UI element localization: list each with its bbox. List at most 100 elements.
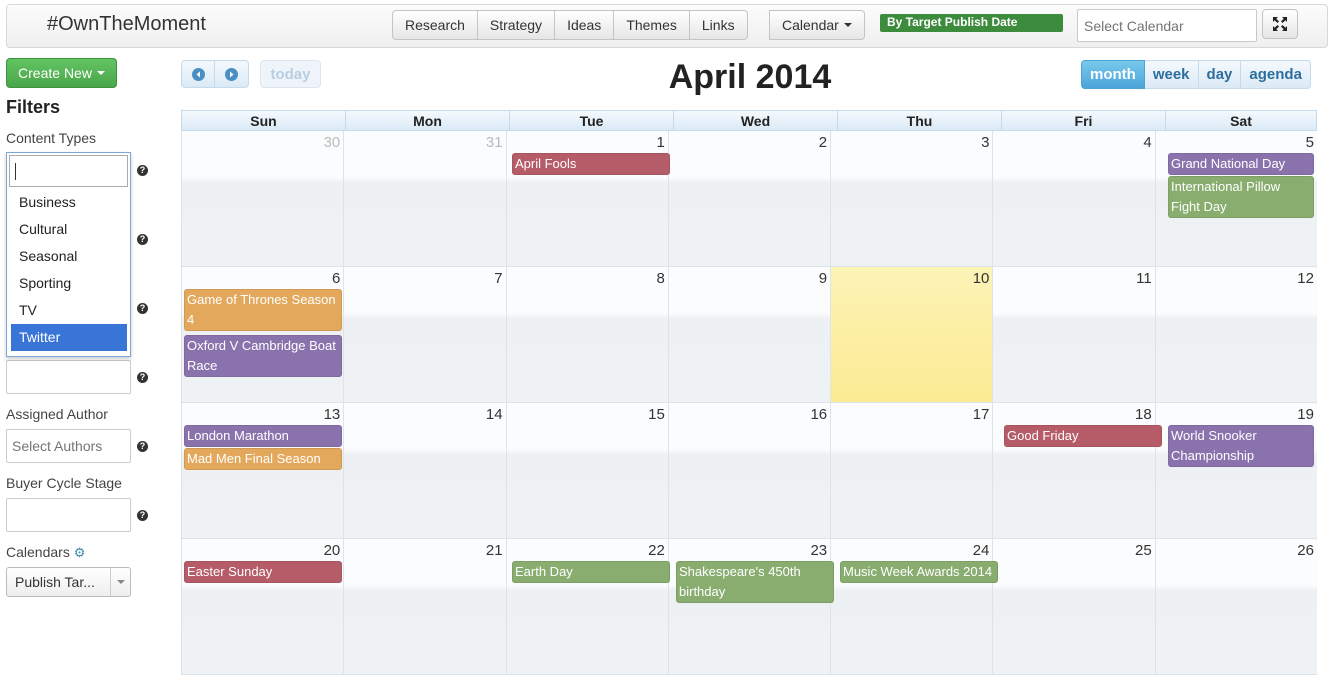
day-cell[interactable]: 2	[667, 131, 831, 267]
day-cell[interactable]: 16	[667, 403, 831, 539]
day-number[interactable]: 10	[973, 270, 990, 287]
publish-target-select[interactable]: Publish Tar...	[6, 567, 131, 597]
nav-ideas-button[interactable]: Ideas	[555, 10, 615, 40]
select-calendar-input[interactable]	[1077, 9, 1257, 42]
calendar-event[interactable]: London Marathon	[184, 425, 342, 447]
calendar-event[interactable]: Earth Day	[512, 561, 670, 583]
day-number[interactable]: 26	[1297, 542, 1314, 559]
help-icon[interactable]: ?	[137, 510, 148, 521]
day-cell[interactable]: 30	[181, 131, 344, 267]
day-cell[interactable]: 25	[992, 539, 1155, 675]
day-number[interactable]: 11	[1136, 270, 1152, 287]
nav-research-button[interactable]: Research	[392, 10, 478, 40]
buyer-cycle-input[interactable]	[6, 498, 131, 532]
help-icon[interactable]: ?	[137, 234, 148, 245]
nav-themes-button[interactable]: Themes	[614, 10, 690, 40]
help-icon[interactable]: ?	[137, 372, 148, 383]
day-cell[interactable]: 24	[830, 539, 993, 675]
help-icon[interactable]: ?	[137, 303, 148, 314]
nav-links-button[interactable]: Links	[689, 10, 748, 40]
calendar-event[interactable]: Oxford V Cambridge Boat Race	[184, 335, 342, 377]
day-number[interactable]: 12	[1297, 270, 1314, 287]
day-number[interactable]: 30	[324, 134, 341, 151]
view-week-button[interactable]: week	[1144, 60, 1199, 89]
nav-strategy-button[interactable]: Strategy	[477, 10, 556, 40]
day-number[interactable]: 18	[1135, 406, 1152, 423]
day-cell[interactable]: 4	[992, 131, 1155, 267]
option-business[interactable]: Business	[11, 189, 127, 216]
calendar-event[interactable]: Music Week Awards 2014	[840, 561, 998, 583]
day-cell[interactable]: 1	[505, 131, 668, 267]
day-number[interactable]: 16	[810, 406, 827, 423]
day-cell[interactable]: 8	[505, 267, 668, 403]
select-authors-input[interactable]	[6, 429, 131, 463]
help-icon[interactable]: ?	[137, 165, 148, 176]
day-cell[interactable]: 11	[992, 267, 1155, 403]
option-tv[interactable]: TV	[11, 297, 127, 324]
day-number[interactable]: 21	[486, 542, 503, 559]
option-twitter[interactable]: Twitter	[11, 324, 127, 351]
day-number[interactable]: 1	[657, 134, 665, 151]
option-seasonal[interactable]: Seasonal	[11, 243, 127, 270]
today-button[interactable]: today	[260, 60, 321, 88]
day-cell[interactable]: 15	[505, 403, 668, 539]
day-cell[interactable]: 26	[1154, 539, 1317, 675]
day-cell[interactable]: 22	[505, 539, 668, 675]
day-cell[interactable]: 12	[1154, 267, 1317, 403]
help-icon[interactable]: ?	[137, 441, 148, 452]
calendar-menu-button[interactable]: Calendar	[769, 10, 865, 40]
day-number[interactable]: 24	[973, 542, 990, 559]
calendar-event[interactable]: International Pillow Fight Day	[1168, 176, 1314, 218]
calendar-event[interactable]: Shakespeare's 450th birthday	[676, 561, 834, 603]
view-agenda-button[interactable]: agenda	[1241, 60, 1311, 89]
day-cell[interactable]: 3	[830, 131, 993, 267]
day-number[interactable]: 8	[657, 270, 665, 287]
day-cell[interactable]: 9	[667, 267, 831, 403]
day-cell[interactable]: 10	[830, 267, 993, 403]
filter-input[interactable]	[6, 360, 131, 394]
day-cell[interactable]: 17	[830, 403, 993, 539]
option-sporting[interactable]: Sporting	[11, 270, 127, 297]
calendar-event[interactable]: Grand National Day	[1168, 153, 1314, 175]
day-cell[interactable]: 7	[343, 267, 506, 403]
day-cell[interactable]: 23	[667, 539, 831, 675]
day-number[interactable]: 19	[1297, 406, 1314, 423]
day-number[interactable]: 14	[486, 406, 503, 423]
day-number[interactable]: 22	[648, 542, 665, 559]
calendar-event[interactable]: April Fools	[512, 153, 670, 175]
day-cell[interactable]: 18	[992, 403, 1155, 539]
day-number[interactable]: 7	[494, 270, 502, 287]
day-number[interactable]: 3	[981, 134, 989, 151]
option-cultural[interactable]: Cultural	[11, 216, 127, 243]
prev-month-button[interactable]	[181, 60, 215, 88]
day-cell[interactable]: 14	[343, 403, 506, 539]
day-number[interactable]: 23	[810, 542, 827, 559]
calendar-event[interactable]: Mad Men Final Season	[184, 448, 342, 470]
day-number[interactable]: 13	[324, 406, 341, 423]
calendar-event[interactable]: Game of Thrones Season 4	[184, 289, 342, 331]
day-number[interactable]: 4	[1143, 134, 1151, 151]
day-number[interactable]: 25	[1135, 542, 1152, 559]
day-number[interactable]: 17	[973, 406, 990, 423]
day-number[interactable]: 31	[486, 134, 503, 151]
calendar-event[interactable]: Easter Sunday	[184, 561, 342, 583]
gear-icon[interactable]: ⚙	[74, 545, 86, 560]
content-types-search-input[interactable]	[9, 155, 128, 187]
content-types-dropdown[interactable]: Business Cultural Seasonal Sporting TV T…	[6, 152, 131, 357]
day-number[interactable]: 9	[819, 270, 827, 287]
day-number[interactable]: 15	[648, 406, 665, 423]
view-day-button[interactable]: day	[1198, 60, 1242, 89]
day-cell[interactable]: 31	[343, 131, 506, 267]
day-number[interactable]: 5	[1306, 134, 1314, 151]
target-publish-badge[interactable]: By Target Publish Date	[880, 14, 1063, 32]
calendar-event[interactable]: Good Friday	[1004, 425, 1162, 447]
day-number[interactable]: 20	[324, 542, 341, 559]
day-cell[interactable]: 19	[1154, 403, 1317, 539]
calendar-event[interactable]: World Snooker Championship	[1168, 425, 1314, 467]
day-cell[interactable]: 20	[181, 539, 344, 675]
create-new-button[interactable]: Create New	[6, 58, 117, 88]
day-number[interactable]: 2	[819, 134, 827, 151]
day-cell[interactable]: 13	[181, 403, 344, 539]
view-month-button[interactable]: month	[1081, 60, 1145, 89]
next-month-button[interactable]	[215, 60, 249, 88]
